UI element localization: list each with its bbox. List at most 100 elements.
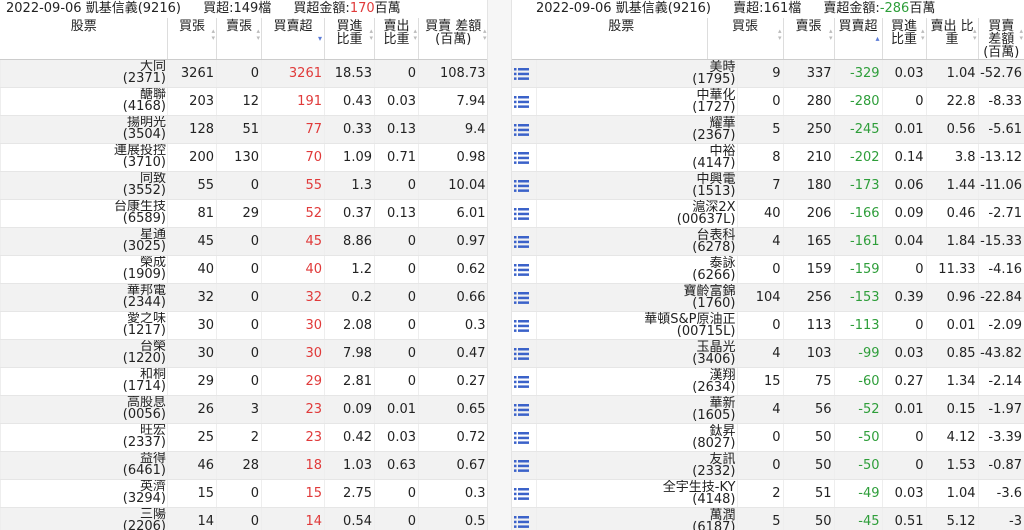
stock-code[interactable]: (6461)	[2, 464, 166, 477]
list-icon[interactable]	[514, 487, 529, 500]
header-amount[interactable]: 買賣 差額 (百萬)	[418, 18, 487, 60]
stock-code[interactable]: (1760)	[537, 297, 735, 310]
stock-cell[interactable]: 英濟 (3294)	[0, 479, 168, 508]
stock-code[interactable]: (2206)	[2, 520, 166, 530]
panel-divider-scrollbar[interactable]	[487, 0, 512, 530]
list-icon[interactable]	[514, 263, 529, 276]
stock-cell[interactable]: 三陽 (2206)	[0, 507, 168, 530]
table-row[interactable]: 中裕 (4147) 8 210 -202 0.14 3.8 -13.12	[512, 143, 1024, 172]
table-row[interactable]: 中興電 (1513) 7 180 -173 0.06 1.44 -11.06	[512, 171, 1024, 200]
stock-cell[interactable]: 高股息 (0056)	[0, 395, 168, 424]
table-row[interactable]: 同致 (3552) 55 0 55 1.3 0 10.04	[0, 171, 487, 200]
header-stock[interactable]: 股票	[536, 18, 707, 60]
table-row[interactable]: 玉晶光 (3406) 4 103 -99 0.03 0.85 -43.82	[512, 339, 1024, 368]
table-row[interactable]: 全宇生技-KY (4148) 2 51 -49 0.03 1.04 -3.6	[512, 479, 1024, 508]
stock-cell[interactable]: 萬潤 (6187)	[535, 507, 737, 530]
stock-cell[interactable]: 華新 (1605)	[535, 395, 737, 424]
table-row[interactable]: 鈦昇 (8027) 0 50 -50 0 4.12 -3.39	[512, 423, 1024, 452]
stock-code[interactable]: (4147)	[537, 157, 735, 170]
table-row[interactable]: 高股息 (0056) 26 3 23 0.09 0.01 0.65	[0, 395, 487, 424]
stock-code[interactable]: (6266)	[537, 269, 735, 282]
stock-code[interactable]: (6187)	[537, 521, 735, 530]
table-row[interactable]: 中華化 (1727) 0 280 -280 0 22.8 -8.33	[512, 87, 1024, 116]
stock-code[interactable]: (3710)	[2, 156, 166, 169]
stock-code[interactable]: (1727)	[537, 101, 735, 114]
header-sell-ratio[interactable]: 賣出 比重	[925, 18, 979, 60]
list-icon-cell[interactable]	[512, 199, 536, 228]
list-icon[interactable]	[514, 459, 529, 472]
table-row[interactable]: 華邦電 (2344) 32 0 32 0.2 0 0.66	[0, 283, 487, 312]
header-amount[interactable]: 買賣 差額 (百萬)	[977, 18, 1024, 60]
table-row[interactable]: 大同 (2371) 3261 0 3261 18.53 0 108.73	[0, 59, 487, 88]
list-icon[interactable]	[514, 347, 529, 360]
table-row[interactable]: 連展投控 (3710) 200 130 70 1.09 0.71 0.98	[0, 143, 487, 172]
table-row[interactable]: 英濟 (3294) 15 0 15 2.75 0 0.3	[0, 479, 487, 508]
stock-code[interactable]: (00637L)	[537, 213, 736, 226]
stock-code[interactable]: (00715L)	[537, 325, 736, 338]
stock-cell[interactable]: 滬深2X (00637L)	[535, 199, 737, 228]
table-row[interactable]: 漢翔 (2634) 15 75 -60 0.27 1.34 -2.14	[512, 367, 1024, 396]
table-row[interactable]: 愛之味 (1217) 30 0 30 2.08 0 0.3	[0, 311, 487, 340]
stock-cell[interactable]: 愛之味 (1217)	[0, 311, 168, 340]
list-icon-cell[interactable]	[512, 171, 536, 200]
stock-cell[interactable]: 連展投控 (3710)	[0, 143, 168, 172]
list-icon-cell[interactable]	[512, 395, 536, 424]
list-icon[interactable]	[514, 291, 529, 304]
table-row[interactable]: 醣聯 (4168) 203 12 191 0.43 0.03 7.94	[0, 87, 487, 116]
stock-cell[interactable]: 漢翔 (2634)	[535, 367, 737, 396]
list-icon[interactable]	[514, 95, 529, 108]
table-row[interactable]: 華頓S&P原油正 (00715L) 0 113 -113 0 0.01 -2.09	[512, 311, 1024, 340]
stock-code[interactable]: (1909)	[2, 268, 166, 281]
list-icon[interactable]	[514, 375, 529, 388]
stock-cell[interactable]: 和桐 (1714)	[0, 367, 168, 396]
list-icon[interactable]	[514, 515, 529, 528]
stock-cell[interactable]: 台榮 (1220)	[0, 339, 168, 368]
stock-cell[interactable]: 揚明光 (3504)	[0, 115, 168, 144]
table-row[interactable]: 華新 (1605) 4 56 -52 0.01 0.15 -1.97	[512, 395, 1024, 424]
list-icon-cell[interactable]	[512, 143, 536, 172]
table-row[interactable]: 耀華 (2367) 5 250 -245 0.01 0.56 -5.61	[512, 115, 1024, 144]
list-icon[interactable]	[514, 179, 529, 192]
stock-code[interactable]: (3294)	[2, 492, 166, 505]
list-icon-cell[interactable]	[512, 367, 536, 396]
stock-code[interactable]: (1220)	[2, 352, 166, 365]
stock-cell[interactable]: 台康生技 (6589)	[0, 199, 168, 228]
table-row[interactable]: 美時 (1795) 9 337 -329 0.03 1.04 -52.76	[512, 59, 1024, 88]
list-icon[interactable]	[514, 403, 529, 416]
list-icon-cell[interactable]	[512, 423, 536, 452]
list-icon-cell[interactable]	[512, 255, 536, 284]
table-row[interactable]: 台康生技 (6589) 81 29 52 0.37 0.13 6.01	[0, 199, 487, 228]
stock-cell[interactable]: 榮成 (1909)	[0, 255, 168, 284]
list-icon-cell[interactable]	[512, 59, 536, 88]
stock-cell[interactable]: 大同 (2371)	[0, 59, 168, 88]
list-icon[interactable]	[514, 235, 529, 248]
stock-cell[interactable]: 醣聯 (4168)	[0, 87, 168, 116]
table-row[interactable]: 寶齡富錦 (1760) 104 256 -153 0.39 0.96 -22.84	[512, 283, 1024, 312]
stock-cell[interactable]: 中華化 (1727)	[535, 87, 737, 116]
table-row[interactable]: 益得 (6461) 46 28 18 1.03 0.63 0.67	[0, 451, 487, 480]
list-icon[interactable]	[514, 431, 529, 444]
table-row[interactable]: 萬潤 (6187) 5 50 -45 0.51 5.12 -3	[512, 507, 1024, 530]
list-icon-cell[interactable]	[512, 87, 536, 116]
stock-cell[interactable]: 全宇生技-KY (4148)	[535, 479, 737, 508]
list-icon[interactable]	[514, 67, 529, 80]
stock-code[interactable]: (1605)	[537, 409, 735, 422]
list-icon[interactable]	[514, 151, 529, 164]
header-sell-ratio[interactable]: 賣出 比重	[374, 18, 419, 60]
stock-cell[interactable]: 星通 (3025)	[0, 227, 168, 256]
table-row[interactable]: 旺宏 (2337) 25 2 23 0.42 0.03 0.72	[0, 423, 487, 452]
stock-cell[interactable]: 寶齡富錦 (1760)	[535, 283, 737, 312]
table-row[interactable]: 星通 (3025) 45 0 45 8.86 0 0.97	[0, 227, 487, 256]
stock-code[interactable]: (2367)	[537, 129, 735, 142]
stock-code[interactable]: (3552)	[2, 184, 166, 197]
stock-cell[interactable]: 同致 (3552)	[0, 171, 168, 200]
stock-code[interactable]: (2634)	[537, 381, 735, 394]
table-row[interactable]: 三陽 (2206) 14 0 14 0.54 0 0.5	[0, 507, 487, 530]
stock-code[interactable]: (4168)	[2, 100, 166, 113]
list-icon[interactable]	[514, 207, 529, 220]
table-row[interactable]: 友訊 (2332) 0 50 -50 0 1.53 -0.87	[512, 451, 1024, 480]
table-row[interactable]: 和桐 (1714) 29 0 29 2.81 0 0.27	[0, 367, 487, 396]
stock-cell[interactable]: 中興電 (1513)	[535, 171, 737, 200]
stock-code[interactable]: (1513)	[537, 185, 735, 198]
stock-cell[interactable]: 泰詠 (6266)	[535, 255, 737, 284]
